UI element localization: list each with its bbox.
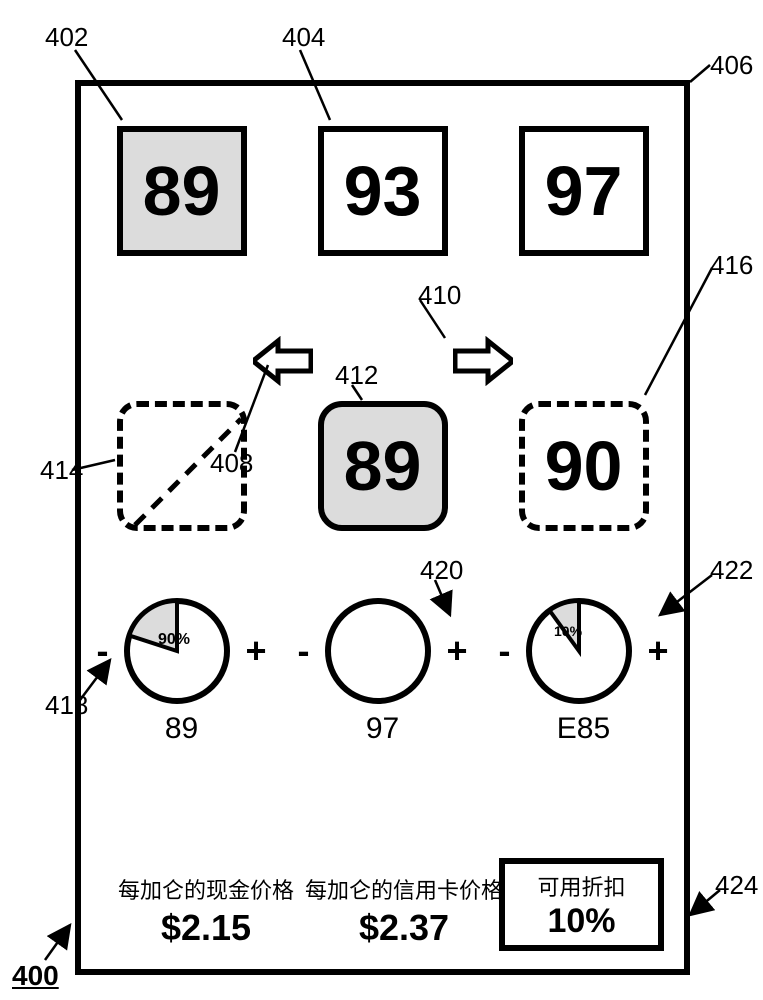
callout-404: 404 [282,22,325,53]
blend-tile-90[interactable]: 90 [519,401,649,531]
cash-price-label: 每加仑的现金价格 [111,873,301,905]
callout-422: 422 [710,555,753,586]
credit-price-value: $2.37 [299,907,509,949]
credit-price-label: 每加仑的信用卡价格 [299,873,509,905]
callout-416: 416 [710,250,753,281]
callout-420: 420 [420,555,463,586]
pie-e85-plus[interactable]: + [647,630,668,672]
pie-89: - 90% + 89 [97,596,267,746]
cash-price-block: 每加仑的现金价格 $2.15 [111,873,301,949]
callout-406: 406 [710,50,753,81]
callout-414: 414 [40,455,83,486]
cash-price-value: $2.15 [111,907,301,949]
figure-number: 400 [12,960,59,992]
pie-97-minus[interactable]: - [298,630,310,672]
arrow-right-icon[interactable] [453,336,513,386]
octane-tile-89[interactable]: 89 [117,126,247,256]
pie-97-sublabel: 97 [366,712,399,746]
callout-412: 412 [335,360,378,391]
discount-box: 可用折扣 10% [499,858,664,951]
credit-price-block: 每加仑的信用卡价格 $2.37 [299,873,509,949]
callout-418: 418 [45,690,88,721]
callout-424: 424 [715,870,758,901]
pie-89-sublabel: 89 [165,712,198,746]
callout-410: 410 [418,280,461,311]
pie-e85-slice-label: 10% [554,623,583,639]
pie-e85: - 10% + E85 [499,596,669,746]
pie-89-plus[interactable]: + [245,630,266,672]
pie-97-plus[interactable]: + [446,630,467,672]
pie-e85-sublabel: E85 [557,712,610,746]
discount-label: 可用折扣 [509,870,654,902]
pie-e85-minus[interactable]: - [499,630,511,672]
display-panel: 89 93 97 89 90 - 90% + [75,80,690,975]
pie-89-minus[interactable]: - [97,630,109,672]
pie-89-slice-label: 90% [158,631,190,648]
arrow-left-icon[interactable] [253,336,313,386]
pie-97: - + 97 [298,596,468,746]
discount-value: 10% [509,902,654,941]
pie-chart-89-icon: 90% [122,596,232,706]
blend-tile-89[interactable]: 89 [318,401,448,531]
pie-chart-e85-icon: 10% [524,596,634,706]
octane-tile-97[interactable]: 97 [519,126,649,256]
callout-402: 402 [45,22,88,53]
pie-chart-97-icon [323,596,433,706]
callout-408: 408 [210,448,253,479]
octane-tile-93[interactable]: 93 [318,126,448,256]
